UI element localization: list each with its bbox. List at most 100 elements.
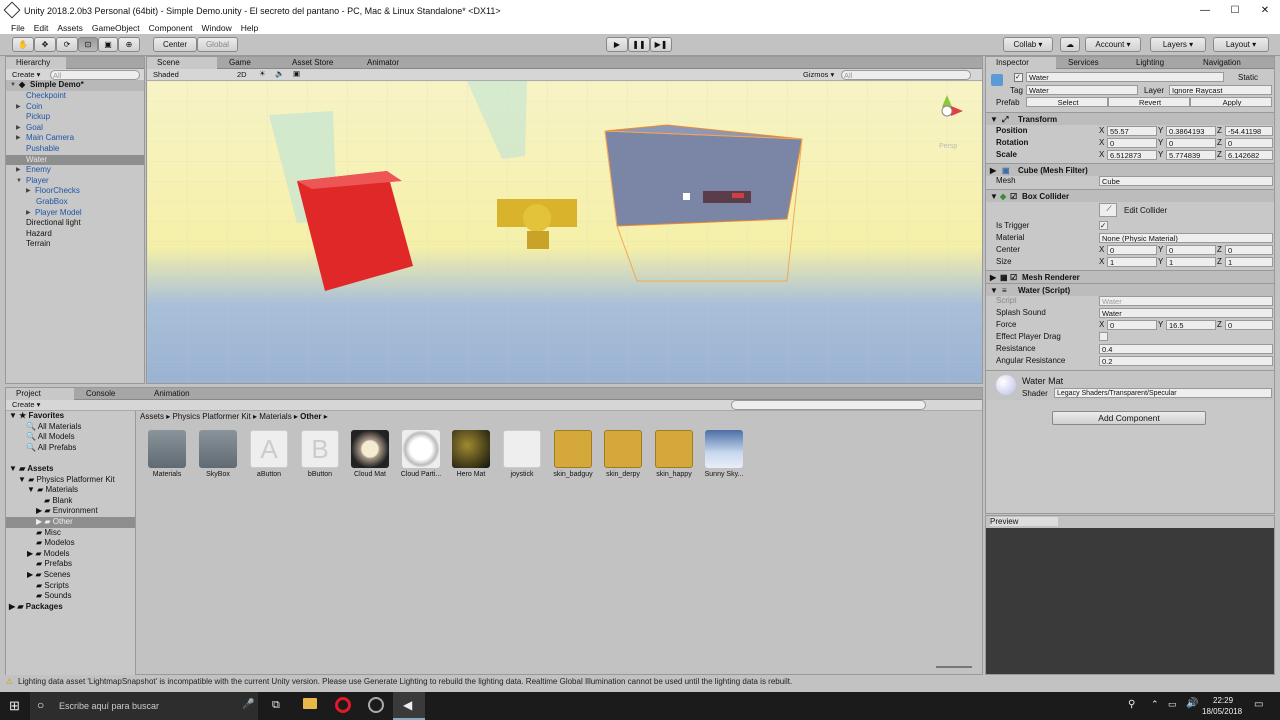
menu-gameobject[interactable]: GameObject — [92, 23, 140, 33]
fav-all-materials[interactable]: 🔍 All Materials — [26, 422, 81, 433]
opera-icon[interactable] — [335, 697, 351, 713]
microphone-icon[interactable]: 🎤 — [242, 699, 254, 710]
file-explorer-icon[interactable] — [303, 698, 317, 709]
tree-models[interactable]: ▶ ▰ Models — [27, 549, 70, 560]
asset-item[interactable]: skin_happy — [652, 430, 696, 478]
shading-mode-dropdown[interactable]: Shaded — [153, 70, 179, 79]
volume-icon[interactable]: 🔊 — [1186, 698, 1198, 709]
hierarchy-search-input[interactable]: All — [50, 70, 140, 80]
tab-game[interactable]: Game — [219, 57, 279, 69]
tray-chevron-icon[interactable]: ⌃ — [1151, 699, 1159, 710]
layout-dropdown[interactable]: Layout ▾ — [1213, 37, 1269, 52]
hierarchy-item-pushable[interactable]: Pushable — [6, 144, 144, 155]
tree-environment[interactable]: ▶ ▰ Environment — [36, 506, 98, 517]
prefab-apply-button[interactable]: Apply — [1190, 97, 1272, 107]
hierarchy-item-coin[interactable]: ▶ Coin — [6, 102, 144, 113]
people-icon[interactable]: ⚲ — [1128, 699, 1135, 710]
prefab-select-button[interactable]: Select — [1026, 97, 1108, 107]
tree-scenes[interactable]: ▶ ▰ Scenes — [27, 570, 70, 581]
asset-item[interactable]: SkyBox — [196, 430, 240, 478]
add-component-button[interactable]: Add Component — [1052, 411, 1206, 425]
center-z[interactable]: 0 — [1225, 245, 1273, 255]
asset-item[interactable]: Cloud Mat — [348, 430, 392, 478]
zoom-slider[interactable] — [936, 666, 972, 668]
mesh-field[interactable]: Cube — [1099, 176, 1273, 186]
clock-time[interactable]: 22:29 — [1213, 696, 1233, 705]
tab-scene[interactable]: Scene — [147, 57, 217, 69]
breadcrumb-kit[interactable]: Physics Platformer Kit — [173, 412, 251, 421]
collider-material-field[interactable]: None (Physic Material) — [1099, 233, 1273, 243]
play-button[interactable]: ▶ — [606, 37, 628, 52]
breadcrumb-materials[interactable]: Materials — [259, 412, 291, 421]
unity-taskbar-icon[interactable]: ◀ — [393, 692, 425, 720]
2d-toggle[interactable]: 2D — [237, 70, 247, 79]
breadcrumb-other[interactable]: Other — [300, 412, 321, 421]
position-x[interactable]: 55.57 — [1107, 126, 1157, 136]
tree-blank[interactable]: ▰ Blank — [44, 496, 72, 507]
splash-sound-field[interactable]: Water — [1099, 308, 1273, 318]
asset-item[interactable]: skin_derpy — [601, 430, 645, 478]
tree-prefabs[interactable]: ▰ Prefabs — [36, 559, 72, 570]
asset-item[interactable]: Cloud Parti... — [399, 430, 443, 478]
tab-hierarchy[interactable]: Hierarchy — [6, 57, 66, 69]
move-tool-icon[interactable]: ✥ — [34, 37, 56, 52]
project-create-button[interactable]: Create ▾ — [12, 400, 40, 409]
position-z[interactable]: -54.41198 — [1225, 126, 1273, 136]
scene-viewport[interactable]: Persp — [147, 81, 982, 383]
cloud-icon[interactable]: ☁ — [1060, 37, 1080, 52]
tab-navigation[interactable]: Navigation — [1193, 57, 1263, 69]
transform-header[interactable]: ▼ ⤢ Transform — [986, 112, 1274, 125]
pivot-global-button[interactable]: Global — [197, 37, 238, 52]
hierarchy-item-directional-light[interactable]: Directional light — [6, 218, 144, 229]
hand-tool-icon[interactable]: ✋ — [12, 37, 34, 52]
audio-toggle-icon[interactable]: 🔈 — [275, 69, 284, 78]
asset-item[interactable]: skin_badguy — [551, 430, 595, 478]
hierarchy-item-grabbox[interactable]: GrabBox — [6, 197, 144, 208]
scale-z[interactable]: 6.142682 — [1225, 150, 1273, 160]
shader-dropdown[interactable]: Legacy Shaders/Transparent/Specular — [1054, 388, 1272, 398]
effects-toggle-icon[interactable]: ▣ — [293, 69, 300, 78]
clock-date[interactable]: 18/05/2018 — [1202, 707, 1242, 716]
hierarchy-item-enemy[interactable]: ▶ Enemy — [6, 165, 144, 176]
static-toggle[interactable]: Static — [1238, 73, 1258, 82]
menu-component[interactable]: Component — [149, 23, 193, 33]
hierarchy-item-goal[interactable]: ▶ Goal — [6, 123, 144, 134]
is-trigger-checkbox[interactable]: ✓ — [1099, 221, 1108, 230]
scene-root[interactable]: ▼ ◆ Simple Demo* — [6, 80, 144, 91]
collab-button[interactable]: Collab ▾ — [1003, 37, 1053, 52]
effect-player-drag-checkbox[interactable] — [1099, 332, 1108, 341]
assets-header[interactable]: ▼ ▰ Assets — [9, 464, 53, 475]
force-y[interactable]: 16.5 — [1166, 320, 1216, 330]
tab-services[interactable]: Services — [1058, 57, 1123, 69]
layer-dropdown[interactable]: Ignore Raycast — [1169, 85, 1272, 95]
menu-edit[interactable]: Edit — [34, 23, 49, 33]
center-x[interactable]: 0 — [1107, 245, 1157, 255]
pause-button[interactable]: ❚❚ — [628, 37, 650, 52]
hierarchy-create-button[interactable]: Create ▾ — [12, 70, 40, 79]
hierarchy-item-checkpoint[interactable]: Checkpoint — [6, 91, 144, 102]
active-checkbox[interactable]: ✓ — [1014, 73, 1023, 82]
asset-item[interactable]: AaButton — [247, 430, 291, 478]
notifications-icon[interactable]: ▭ — [1254, 699, 1263, 710]
tab-animator[interactable]: Animator — [357, 57, 417, 69]
asset-item[interactable]: BbButton — [298, 430, 342, 478]
scale-x[interactable]: 6.512873 — [1107, 150, 1157, 160]
rotation-y[interactable]: 0 — [1166, 138, 1216, 148]
taskbar-search-box[interactable]: ○ Escribe aquí para buscar 🎤 — [30, 692, 258, 720]
account-dropdown[interactable]: Account ▾ — [1085, 37, 1141, 52]
network-icon[interactable]: ▭ — [1168, 699, 1177, 710]
resistance-field[interactable]: 0.4 — [1099, 344, 1273, 354]
hierarchy-item-floorchecks[interactable]: ▶ FloorChecks — [6, 186, 144, 197]
angular-resistance-field[interactable]: 0.2 — [1099, 356, 1273, 366]
menu-assets[interactable]: Assets — [57, 23, 83, 33]
rotation-z[interactable]: 0 — [1225, 138, 1273, 148]
favorites-header[interactable]: ▼ ★ Favorites — [9, 411, 64, 422]
edit-collider-button[interactable]: ⟋ — [1099, 203, 1117, 217]
hierarchy-item-main-camera[interactable]: ▶ Main Camera — [6, 133, 144, 144]
preview-label[interactable]: Preview — [990, 517, 1059, 526]
pivot-center-button[interactable]: Center — [153, 37, 197, 52]
asset-item[interactable]: Materials — [145, 430, 189, 478]
fav-all-models[interactable]: 🔍 All Models — [26, 432, 75, 443]
gizmos-dropdown[interactable]: Gizmos ▾ — [803, 70, 834, 79]
box-collider-header[interactable]: ▼ ◆ ☑ Box Collider — [986, 189, 1274, 202]
